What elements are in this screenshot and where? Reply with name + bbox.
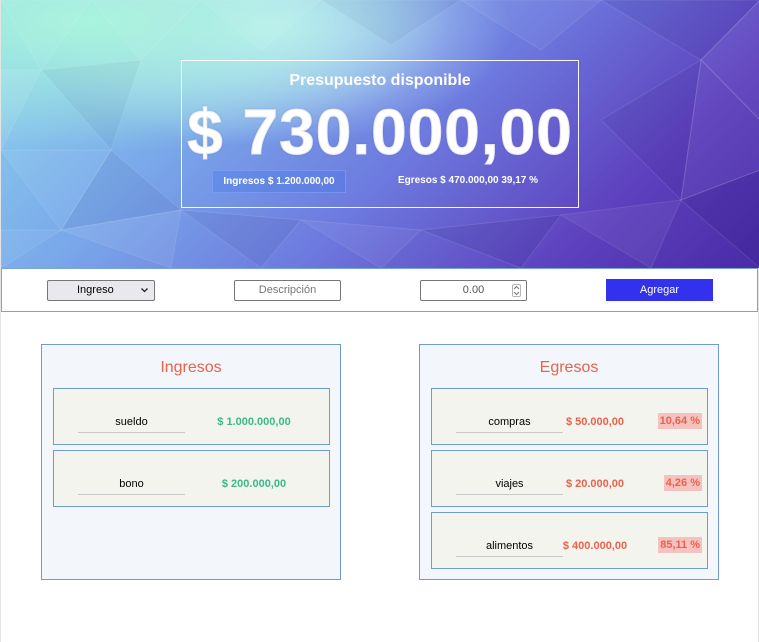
income-total: Ingresos $ 1.200.000,00 <box>212 170 346 193</box>
expense-item-value: $ 20.000,00 <box>565 478 625 490</box>
chevron-down-icon <box>140 281 149 307</box>
expense-total: Egresos $ 470.000,00 39,17 % <box>397 175 539 186</box>
amount-placeholder: 0.00 <box>462 284 485 296</box>
expense-panel: Egresos compras $ 50.000,00 10,64 % viaj… <box>419 344 719 580</box>
expense-item-value: $ 400.000,00 <box>562 540 628 552</box>
type-select[interactable]: Ingreso <box>47 280 155 301</box>
income-panel: Ingresos sueldo $ 1.000.000,00 bono $ 20… <box>41 344 341 580</box>
income-item: sueldo $ 1.000.000,00 <box>53 388 330 445</box>
budget-summary: Presupuesto disponible $ 730.000,00 Ingr… <box>181 60 579 208</box>
income-item-description: sueldo <box>78 416 185 433</box>
expense-item-description: viajes <box>456 478 563 495</box>
income-item-value: $ 200.000,00 <box>221 478 287 490</box>
type-select-value: Ingreso <box>77 284 114 296</box>
expense-item-percent: 4,26 % <box>663 475 702 491</box>
income-item-value: $ 1.000.000,00 <box>217 416 291 428</box>
expense-item: compras $ 50.000,00 10,64 % <box>431 388 708 445</box>
spinner-icon[interactable] <box>512 284 521 297</box>
available-budget: $ 730.000,00 <box>187 96 573 169</box>
expense-item: viajes $ 20.000,00 4,26 % <box>431 450 708 507</box>
expense-item-description: compras <box>456 416 563 433</box>
amount-input[interactable]: 0.00 <box>420 280 527 301</box>
income-item: bono $ 200.000,00 <box>53 450 330 507</box>
budget-app: Presupuesto disponible $ 730.000,00 Ingr… <box>0 0 759 642</box>
expense-panel-title: Egresos <box>539 359 599 376</box>
description-input[interactable]: Descripción <box>234 280 341 301</box>
expense-item-percent: 10,64 % <box>657 413 702 429</box>
add-button[interactable]: Agregar <box>606 279 713 301</box>
expense-item-percent: 85,11 % <box>658 537 702 553</box>
expense-item-description: alimentos <box>456 540 563 557</box>
income-item-description: bono <box>78 478 185 495</box>
expense-item: alimentos $ 400.000,00 85,11 % <box>431 512 708 569</box>
hero-banner: Presupuesto disponible $ 730.000,00 Ingr… <box>1 0 759 268</box>
income-panel-title: Ingresos <box>160 359 222 376</box>
budget-title: Presupuesto disponible <box>289 72 471 89</box>
add-entry-form: Ingreso Descripción 0.00 Agregar <box>1 268 758 312</box>
expense-item-value: $ 50.000,00 <box>565 416 625 428</box>
